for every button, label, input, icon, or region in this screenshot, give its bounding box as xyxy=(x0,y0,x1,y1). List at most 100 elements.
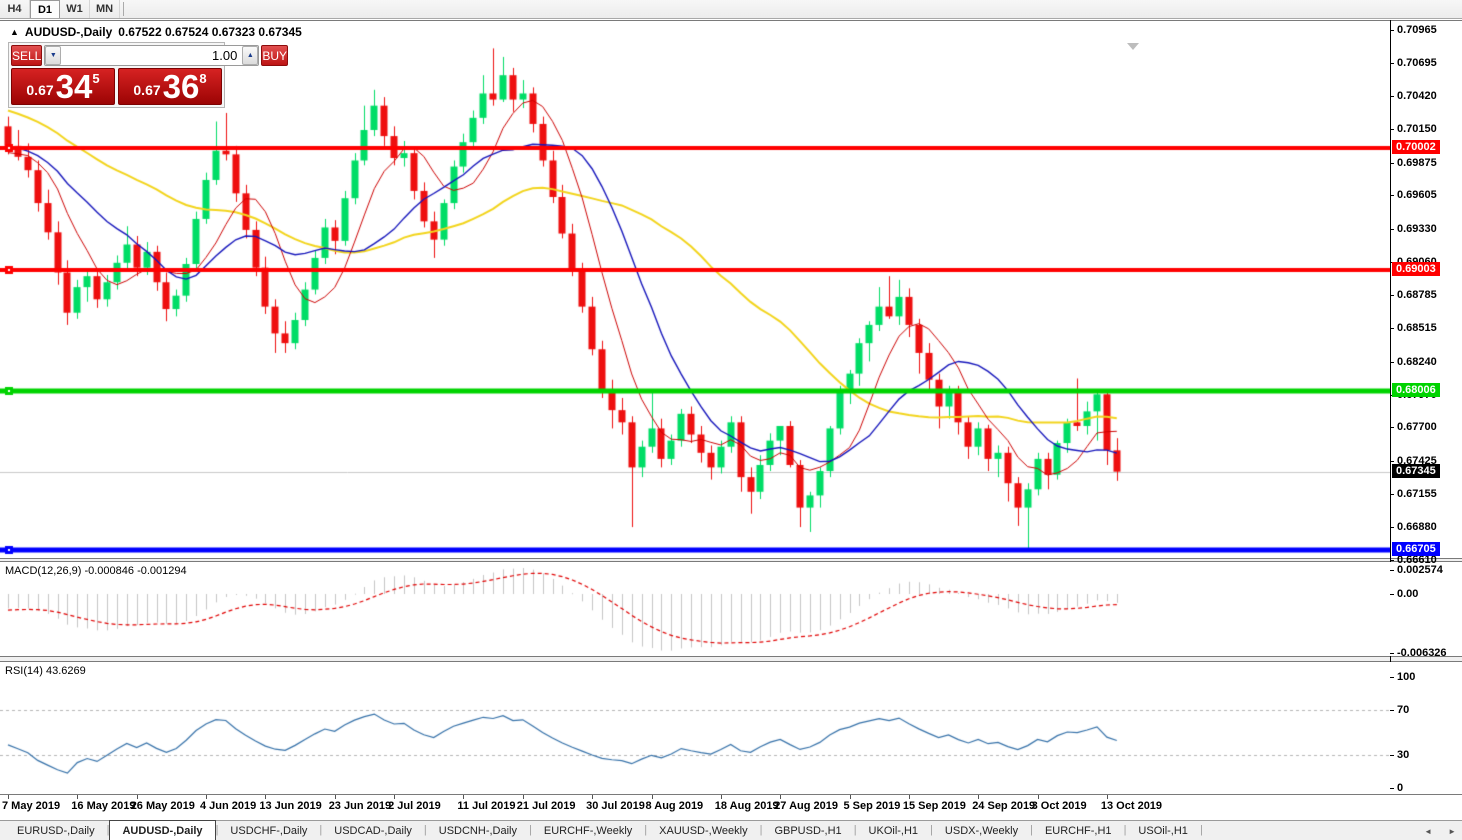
date-label: 24 Sep 2019 xyxy=(972,800,1036,812)
period-button-d1[interactable]: D1 xyxy=(30,0,60,18)
axis-tick xyxy=(1390,494,1394,495)
hline-price-badge: 0.66705 xyxy=(1392,541,1440,556)
tab-usdx-weekly[interactable]: USDX-,Weekly xyxy=(933,821,1030,840)
trade-panel: SELL ▼ ▲ BUY 0.67 34 5 0.67 36 8 xyxy=(8,42,289,108)
macd-tick-label: 0.00 xyxy=(1397,587,1419,600)
rsi-canvas[interactable] xyxy=(0,662,1390,794)
axis-tick xyxy=(1390,570,1394,571)
tab-usdcad-daily[interactable]: USDCAD-,Daily xyxy=(322,821,424,840)
macd-canvas[interactable] xyxy=(0,562,1390,656)
axis-tick xyxy=(1390,653,1394,654)
axis-tick xyxy=(1390,30,1394,31)
sell-price-prefix: 0.67 xyxy=(26,82,54,98)
date-label: 30 Jul 2019 xyxy=(586,800,645,812)
sell-button[interactable]: SELL xyxy=(11,45,43,66)
collapse-panel-icon[interactable]: ▲ xyxy=(10,27,19,37)
axis-tick xyxy=(1390,788,1394,789)
price-tick-label: 0.70420 xyxy=(1397,90,1437,103)
price-tick-label: 0.68240 xyxy=(1397,355,1437,368)
macd-tick-label: 0.002574 xyxy=(1397,563,1443,576)
sell-price-pip: 5 xyxy=(92,71,100,86)
axis-tick xyxy=(1390,295,1394,296)
axis-tick xyxy=(1390,755,1394,756)
tab-xauusd-weekly[interactable]: XAUUSD-,Weekly xyxy=(647,821,759,840)
volume-up-button[interactable]: ▲ xyxy=(242,46,259,65)
rsi-label: RSI(14) 43.6269 xyxy=(5,665,86,677)
volume-down-button[interactable]: ▼ xyxy=(45,46,62,65)
price-tick-label: 0.67700 xyxy=(1397,421,1437,434)
axis-tick xyxy=(1390,63,1394,64)
buy-price-pip: 8 xyxy=(199,71,207,86)
rsi-tick-label: 30 xyxy=(1397,748,1410,761)
axis-tick xyxy=(1390,195,1394,196)
quote-header: ▲ AUDUSD-,Daily 0.67522 0.67524 0.67323 … xyxy=(10,25,302,39)
period-toolbar: H4 D1 W1 MN xyxy=(0,0,1462,19)
period-button-h4[interactable]: H4 xyxy=(0,0,30,18)
tab-ukoil-h1[interactable]: UKOil-,H1 xyxy=(857,821,931,840)
date-axis[interactable]: 7 May 2019 16 May 2019 26 May 2019 4 Jun 20… xyxy=(0,795,1462,818)
date-tick xyxy=(463,795,464,799)
sell-price-button[interactable]: 0.67 34 5 xyxy=(11,68,115,105)
buy-price-button[interactable]: 0.67 36 8 xyxy=(118,68,222,105)
quote-ohlc-values: 0.67522 0.67524 0.67323 0.67345 xyxy=(118,25,302,39)
rsi-tick-label: 70 xyxy=(1397,704,1410,717)
date-tick xyxy=(523,795,524,799)
volume-input[interactable] xyxy=(61,46,243,65)
date-tick xyxy=(137,795,138,799)
rsi-pane: RSI(14) 43.6269 xyxy=(0,662,1462,794)
date-label: 23 Jun 2019 xyxy=(328,800,392,812)
date-label: 3 Oct 2019 xyxy=(1031,800,1087,812)
rsi-tick-label: 0 xyxy=(1397,782,1404,795)
tab-audusd-daily[interactable]: AUDUSD-,Daily xyxy=(109,820,216,840)
price-tick-label: 0.70150 xyxy=(1397,123,1437,135)
date-tick xyxy=(265,795,266,799)
date-tick xyxy=(592,795,593,799)
tab-scroll-right-icon[interactable]: ► xyxy=(1448,827,1456,836)
price-tick-label: 0.67155 xyxy=(1397,487,1437,500)
tab-usoil-h1[interactable]: USOil-,H1 xyxy=(1126,821,1200,840)
volume-stepper: ▼ ▲ xyxy=(44,45,260,66)
tab-eurusd-daily[interactable]: EURUSD-,Daily xyxy=(5,821,107,840)
buy-price-main: 36 xyxy=(162,68,200,105)
date-tick xyxy=(1038,795,1039,799)
price-tick-label: 0.69330 xyxy=(1397,222,1437,235)
tab-eurchf-h1[interactable]: EURCHF-,H1 xyxy=(1033,821,1124,840)
trading-terminal: H4 D1 W1 MN ▲ AUDUSD-,Daily 0.67522 0.67… xyxy=(0,0,1462,840)
chart-shift-icon[interactable] xyxy=(1127,43,1139,50)
date-tick xyxy=(1107,795,1108,799)
price-tick-label: 0.70965 xyxy=(1397,23,1437,36)
tab-eurchf-weekly[interactable]: EURCHF-,Weekly xyxy=(532,821,644,840)
axis-tick xyxy=(1390,710,1394,711)
tab-usdcnh-daily[interactable]: USDCNH-,Daily xyxy=(427,821,529,840)
date-label: 11 Jul 2019 xyxy=(457,800,516,812)
date-tick xyxy=(394,795,395,799)
hline-price-badge: 0.70002 xyxy=(1392,140,1440,155)
current-price-badge: 0.67345 xyxy=(1392,463,1440,478)
period-button-w1[interactable]: W1 xyxy=(60,0,90,18)
date-tick xyxy=(978,795,979,799)
price-tick-label: 0.70695 xyxy=(1397,56,1437,69)
axis-tick xyxy=(1390,328,1394,329)
axis-tick xyxy=(1390,461,1394,462)
symbol-tab-bar: EURUSD-,Daily | AUDUSD-,Daily | USDCHF-,Dail… xyxy=(0,820,1462,840)
date-tick xyxy=(77,795,78,799)
period-button-mn[interactable]: MN xyxy=(90,0,120,18)
buy-price-prefix: 0.67 xyxy=(133,82,161,98)
date-label: 4 Jun 2019 xyxy=(200,800,257,812)
date-label: 5 Sep 2019 xyxy=(843,800,901,812)
date-tick xyxy=(206,795,207,799)
tab-gbpusd-h1[interactable]: GBPUSD-,H1 xyxy=(762,821,853,840)
axis-tick xyxy=(1390,163,1394,164)
price-tick-label: 0.66880 xyxy=(1397,521,1437,534)
date-tick xyxy=(780,795,781,799)
price-tick-label: 0.68785 xyxy=(1397,289,1437,302)
toolbar-separator xyxy=(123,2,124,16)
symbol-title: AUDUSD-,Daily xyxy=(24,25,113,39)
tab-usdchf-daily[interactable]: USDCHF-,Daily xyxy=(218,821,319,840)
buy-button[interactable]: BUY xyxy=(261,45,289,66)
axis-tick xyxy=(1390,677,1394,678)
price-tick-label: 0.68515 xyxy=(1397,322,1437,335)
axis-tick xyxy=(1390,560,1394,561)
date-label: 26 May 2019 xyxy=(130,800,195,812)
tab-scroll-left-icon[interactable]: ◄ xyxy=(1424,827,1432,836)
